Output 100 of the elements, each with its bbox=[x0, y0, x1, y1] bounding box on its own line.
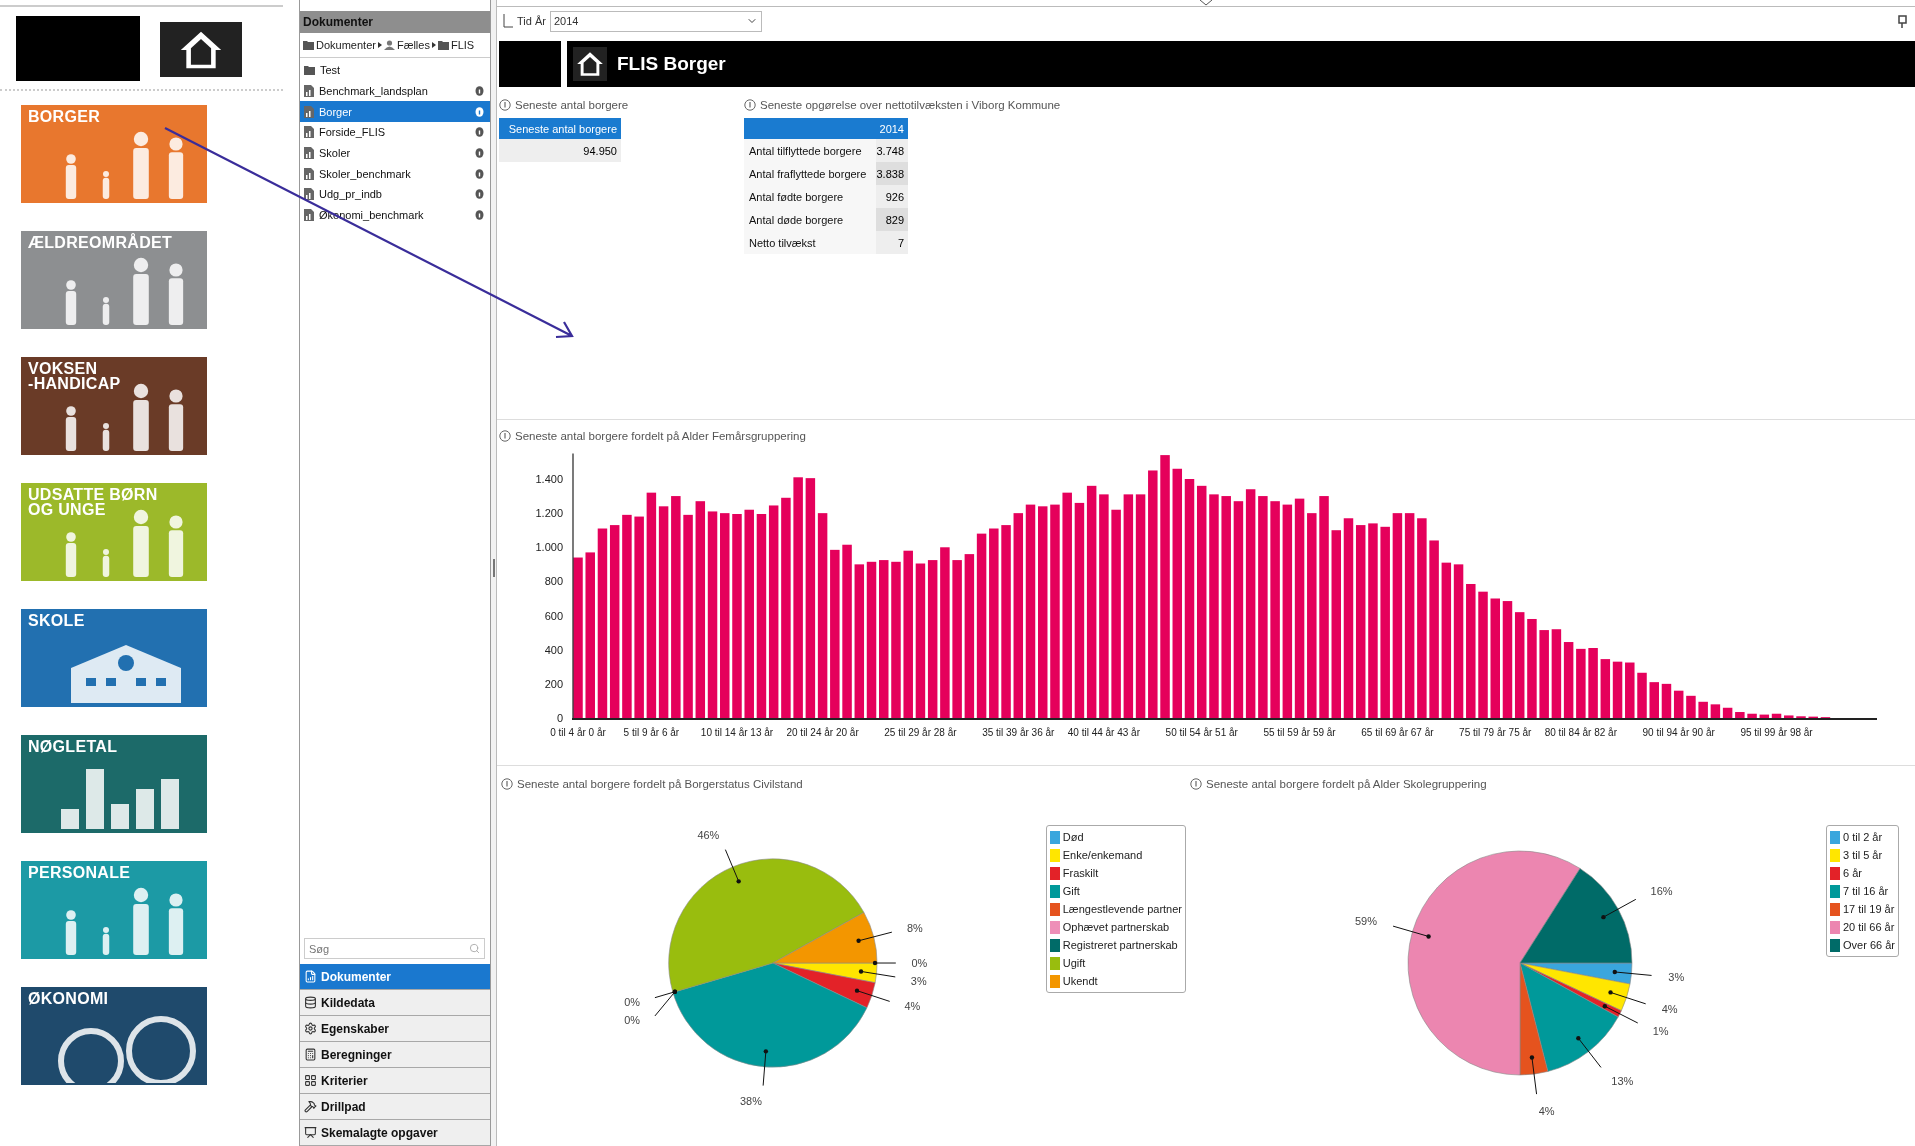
axis-tick-label: 20 til 24 år 20 år bbox=[786, 727, 859, 738]
nav-tab[interactable]: Egenskaber bbox=[300, 1016, 490, 1042]
breadcrumb-link[interactable]: Fælles bbox=[396, 39, 430, 51]
legend-label: Ugift bbox=[1062, 957, 1086, 969]
table-cell: 94.950 bbox=[499, 139, 621, 162]
info-icon bbox=[499, 99, 511, 111]
bar bbox=[1686, 695, 1696, 718]
leader-line bbox=[1529, 1055, 1538, 1095]
report-icon bbox=[304, 970, 317, 983]
bar bbox=[1784, 715, 1794, 718]
bar bbox=[1735, 712, 1745, 718]
axis-tick-label: 0 bbox=[556, 712, 563, 724]
breadcrumb-link[interactable]: FLIS bbox=[450, 39, 475, 51]
legend-label: Gift bbox=[1062, 885, 1080, 897]
data-label: 1% bbox=[1652, 1024, 1669, 1037]
info-badge-icon[interactable] bbox=[475, 148, 484, 159]
info-badge-icon[interactable] bbox=[475, 106, 484, 117]
user-icon bbox=[383, 40, 395, 50]
document-item[interactable]: Skoler_benchmark bbox=[300, 163, 490, 185]
leader-line bbox=[1392, 925, 1431, 939]
document-item[interactable]: Borger bbox=[300, 101, 490, 123]
document-item[interactable]: Udg_pr_indb bbox=[300, 184, 490, 205]
legend-label: Ukendt bbox=[1062, 975, 1098, 987]
splitter-handle[interactable] bbox=[492, 559, 495, 577]
bar bbox=[1612, 661, 1623, 718]
info-icon bbox=[501, 778, 513, 790]
axis-tick-label: 200 bbox=[544, 677, 563, 690]
data-label: 8% bbox=[907, 922, 923, 935]
bar bbox=[1698, 701, 1708, 718]
nav-tab[interactable]: Skemalagte opgaver bbox=[300, 1120, 490, 1146]
report-icon bbox=[304, 188, 314, 201]
nav-tab[interactable]: Dokumenter bbox=[300, 964, 490, 990]
separator-arrow-icon bbox=[377, 42, 382, 48]
redacted-block bbox=[499, 41, 561, 87]
category-tile[interactable]: NØGLETAL bbox=[21, 735, 207, 833]
legend-label: Over 66 år bbox=[1843, 939, 1895, 951]
axis-tick-label: 800 bbox=[544, 575, 563, 588]
home-button[interactable] bbox=[573, 47, 607, 81]
document-item[interactable]: Forside_FLIS bbox=[300, 122, 490, 143]
axis-tick-label: 600 bbox=[544, 609, 563, 622]
bar bbox=[1588, 648, 1598, 718]
gear-icon bbox=[304, 1022, 317, 1035]
document-item[interactable]: Skoler bbox=[300, 142, 490, 164]
info-icon bbox=[1190, 778, 1202, 790]
folder-icon bbox=[303, 40, 314, 50]
legend-label: Ophævet partnerskab bbox=[1062, 921, 1170, 933]
info-badge-icon[interactable] bbox=[475, 127, 484, 138]
document-item[interactable]: Benchmark_landsplan bbox=[300, 80, 490, 102]
leader-line bbox=[1601, 898, 1637, 920]
nav-tab[interactable]: Beregninger bbox=[300, 1042, 490, 1068]
nav-tab[interactable]: Kriterier bbox=[300, 1068, 490, 1094]
data-label: 16% bbox=[1650, 885, 1673, 898]
info-badge-icon[interactable] bbox=[475, 210, 484, 221]
data-label: 3% bbox=[910, 974, 927, 987]
table-cell: 3.838 bbox=[876, 162, 908, 185]
report-icon bbox=[304, 167, 314, 180]
collapse-caret-icon[interactable] bbox=[1200, 0, 1212, 6]
bar bbox=[1722, 707, 1733, 718]
data-label: 4% bbox=[1661, 1003, 1678, 1016]
separator-arrow-icon bbox=[431, 42, 436, 48]
axis-tick-label: 55 til 59 år 59 år bbox=[1263, 727, 1336, 738]
year-dropdown[interactable]: 2014 bbox=[549, 10, 762, 32]
document-item[interactable]: Test bbox=[300, 60, 490, 81]
category-tile[interactable]: VOKSEN -HANDICAP bbox=[21, 357, 207, 455]
leader-line bbox=[1576, 1036, 1602, 1068]
data-label: 0% bbox=[624, 1013, 640, 1026]
breadcrumb-link[interactable]: Dokumenter bbox=[316, 39, 376, 51]
data-label: 4% bbox=[1538, 1104, 1555, 1117]
category-tile[interactable]: ØKONOMI bbox=[21, 987, 207, 1085]
legend-label: Død bbox=[1062, 831, 1084, 843]
table-row-label: Antal fraflyttede borgere bbox=[744, 162, 876, 185]
report-icon bbox=[304, 147, 314, 160]
legend-label: 17 til 19 år bbox=[1843, 903, 1895, 915]
search-field[interactable]: Søg bbox=[304, 938, 485, 959]
home-icon bbox=[576, 50, 604, 78]
category-tile[interactable]: SKOLE bbox=[21, 609, 207, 707]
search-icon bbox=[469, 943, 480, 954]
legend-label: Enke/enkemand bbox=[1062, 849, 1143, 861]
widget-title: Seneste antal borgere bbox=[515, 99, 629, 111]
legend-label: 0 til 2 år bbox=[1843, 831, 1883, 843]
table-row-label: Netto tilvækst bbox=[744, 231, 876, 254]
home-button[interactable] bbox=[160, 22, 242, 77]
axis-tick-label: 25 til 29 år 28 år bbox=[884, 727, 957, 738]
axis-tick-label: 80 til 84 år 82 år bbox=[1544, 727, 1617, 738]
bar bbox=[1661, 683, 1672, 718]
info-badge-icon[interactable] bbox=[475, 168, 484, 179]
info-badge-icon[interactable] bbox=[475, 189, 484, 200]
bar bbox=[1625, 662, 1635, 718]
axis-tick-label: 400 bbox=[544, 643, 563, 656]
nav-tab[interactable]: Kildedata bbox=[300, 990, 490, 1016]
nav-tab[interactable]: Drillpad bbox=[300, 1094, 490, 1120]
axis-tick-label: 50 til 54 år 51 år bbox=[1165, 727, 1238, 738]
axis-tick-label: 95 til 99 år 98 år bbox=[1740, 727, 1813, 738]
info-badge-icon[interactable] bbox=[475, 86, 484, 97]
table-cell: 3.748 bbox=[876, 139, 908, 162]
data-label: 38% bbox=[740, 1095, 762, 1108]
pin-icon[interactable] bbox=[1897, 14, 1909, 28]
info-icon bbox=[499, 430, 511, 442]
table-header-cell: Seneste antal borgere bbox=[499, 118, 621, 139]
hammer-icon bbox=[304, 1100, 317, 1113]
